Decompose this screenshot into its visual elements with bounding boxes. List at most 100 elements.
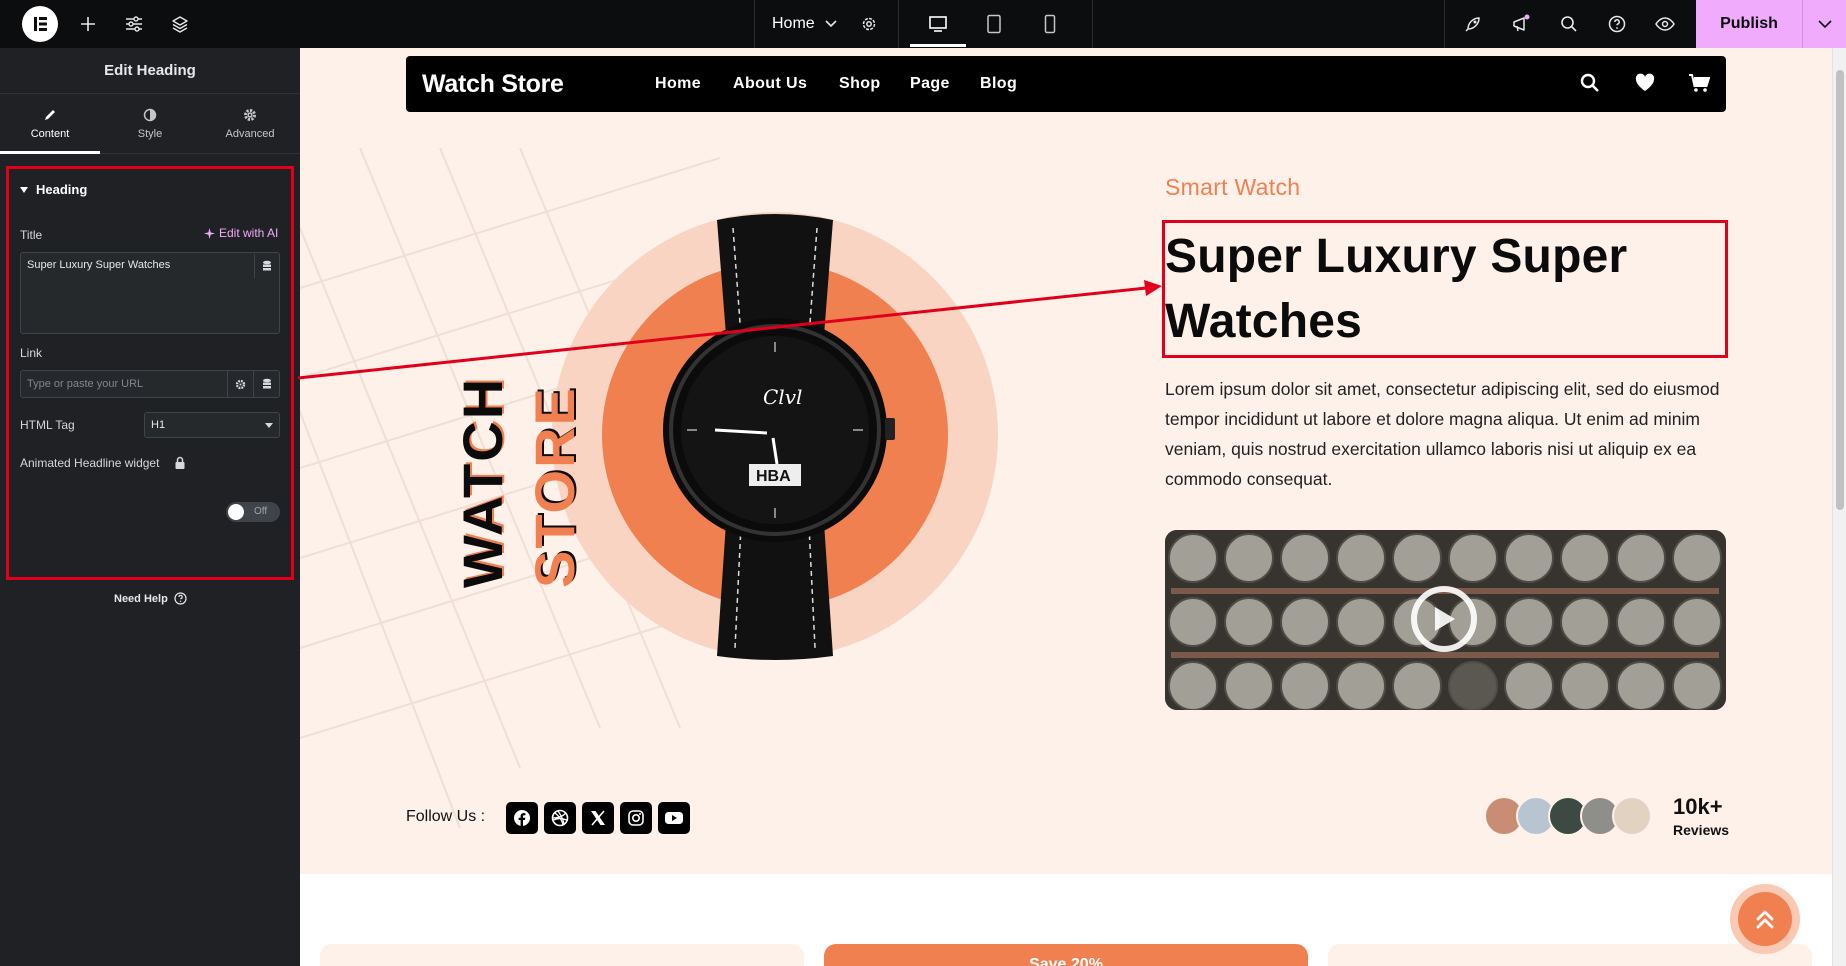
link-input[interactable]: Type or paste your URL <box>27 378 143 390</box>
device-desktop-button[interactable] <box>910 0 966 48</box>
divider <box>1092 0 1093 48</box>
edit-with-ai-button[interactable]: Edit with AI <box>204 226 278 240</box>
animated-headline-label: Animated Headline widget <box>20 456 160 470</box>
toggle-knob <box>228 504 244 520</box>
device-mobile-button[interactable] <box>1022 0 1078 48</box>
gear-icon <box>862 17 876 31</box>
watch-window-text: HBA <box>756 468 791 485</box>
annotation-heading-box <box>1162 220 1728 358</box>
page-name: Home <box>772 15 815 32</box>
structure-button[interactable] <box>164 0 196 48</box>
site-navbar: Watch Store Home About Us Shop Page Blog <box>406 56 1726 112</box>
instagram-link[interactable] <box>620 802 652 834</box>
divider <box>898 0 899 48</box>
gear-icon <box>244 108 256 121</box>
tab-content[interactable]: Content <box>0 94 100 154</box>
device-tablet-button[interactable] <box>966 0 1022 48</box>
panel-title: Edit Heading <box>0 48 300 94</box>
instagram-icon <box>628 810 644 826</box>
promo-card <box>1328 944 1812 966</box>
panel-tabs: Content Style Advanced <box>0 94 300 154</box>
play-button[interactable] <box>1411 586 1477 652</box>
scrollbar-thumb[interactable] <box>1836 70 1844 510</box>
tab-label: Content <box>30 127 70 140</box>
tab-advanced[interactable]: Advanced <box>200 94 300 153</box>
publish-options-button[interactable] <box>1802 0 1846 48</box>
reviewer-avatar <box>1612 796 1652 836</box>
link-dynamic-tags-button[interactable] <box>253 371 279 397</box>
section-title: Heading <box>36 182 88 197</box>
help-button[interactable] <box>1600 0 1634 48</box>
reviews-count: 10k+ <box>1673 794 1723 819</box>
canvas-scrollbar[interactable] <box>1832 48 1846 966</box>
reviews-label: Reviews <box>1673 822 1730 838</box>
html-tag-value: H1 <box>151 419 166 431</box>
elementor-logo[interactable] <box>22 6 58 42</box>
back-to-top-button[interactable] <box>1730 884 1800 954</box>
lock-icon <box>175 456 185 469</box>
need-help-label: Need Help <box>114 592 168 605</box>
search-button[interactable] <box>1552 0 1586 48</box>
facebook-link[interactable] <box>506 802 538 834</box>
title-dynamic-tags-button[interactable] <box>254 254 278 278</box>
editor-panel: Edit Heading Content Style Advanced Head… <box>0 48 300 966</box>
tab-style[interactable]: Style <box>100 94 200 153</box>
tablet-icon <box>987 14 1001 34</box>
editor-topbar: Home Publish <box>0 0 1846 48</box>
whats-new-button[interactable] <box>1504 0 1538 48</box>
title-textarea[interactable]: Super Luxury Super Watches <box>20 252 280 334</box>
page-settings-button[interactable] <box>852 0 886 48</box>
nav-link-home[interactable]: Home <box>655 75 701 93</box>
youtube-link[interactable] <box>658 802 690 834</box>
help-circle-icon <box>1608 15 1626 33</box>
x-link[interactable] <box>582 802 614 834</box>
mobile-icon <box>1044 14 1056 34</box>
dribbble-icon <box>551 809 569 827</box>
animated-headline-toggle[interactable]: Off <box>226 502 280 522</box>
search-icon[interactable] <box>1580 73 1600 93</box>
tab-label: Style <box>137 127 163 140</box>
chevron-down-icon <box>1817 19 1832 28</box>
caret-down-icon <box>265 423 273 428</box>
publish-button[interactable]: Publish <box>1696 0 1802 48</box>
video-thumbnail[interactable] <box>1165 530 1726 710</box>
svg-text:WATCH: WATCH <box>451 377 514 588</box>
facebook-icon <box>514 810 530 826</box>
link-options-button[interactable] <box>227 371 253 397</box>
layers-icon <box>172 16 188 33</box>
add-element-button[interactable] <box>72 0 104 48</box>
promo-card: Save 20% <box>824 944 1308 966</box>
database-icon <box>262 378 271 389</box>
nav-link-page[interactable]: Page <box>910 75 950 93</box>
need-help-link[interactable]: Need Help <box>114 592 187 605</box>
site-brand[interactable]: Watch Store <box>422 70 564 99</box>
hero-eyebrow: Smart Watch <box>1165 174 1301 200</box>
double-chevron-up-icon <box>1756 910 1774 929</box>
search-icon <box>1561 16 1577 32</box>
html-tag-label: HTML Tag <box>20 418 75 432</box>
page-selector[interactable]: Home <box>754 0 837 48</box>
active-device-indicator <box>910 44 966 47</box>
dribbble-link[interactable] <box>544 802 576 834</box>
site-settings-button[interactable] <box>118 0 150 48</box>
link-field[interactable]: Type or paste your URL <box>20 370 280 398</box>
back-to-top-inner <box>1738 892 1792 946</box>
promo-card <box>320 944 804 966</box>
nav-link-shop[interactable]: Shop <box>839 75 881 93</box>
edit-ai-label: Edit with AI <box>219 226 279 240</box>
nav-link-about-us[interactable]: About Us <box>733 75 807 93</box>
nav-link-blog[interactable]: Blog <box>980 75 1017 93</box>
html-tag-select[interactable]: H1 <box>144 412 280 438</box>
title-label: Title <box>20 228 43 242</box>
editor-canvas: Watch Store Home About Us Shop Page Blog… <box>300 48 1832 966</box>
launchpad-button[interactable] <box>1456 0 1490 48</box>
cart-icon[interactable] <box>1688 73 1710 93</box>
vertical-watch-store-text: WATCH WATCH STORE STORE <box>451 375 580 588</box>
elementor-logo-icon <box>34 17 47 31</box>
heart-icon[interactable] <box>1634 73 1656 93</box>
youtube-icon <box>665 812 683 824</box>
preview-button[interactable] <box>1648 0 1682 48</box>
section-heading-toggle[interactable]: Heading <box>20 182 87 197</box>
database-icon <box>262 260 271 271</box>
follow-us-label: Follow Us : <box>406 808 486 825</box>
